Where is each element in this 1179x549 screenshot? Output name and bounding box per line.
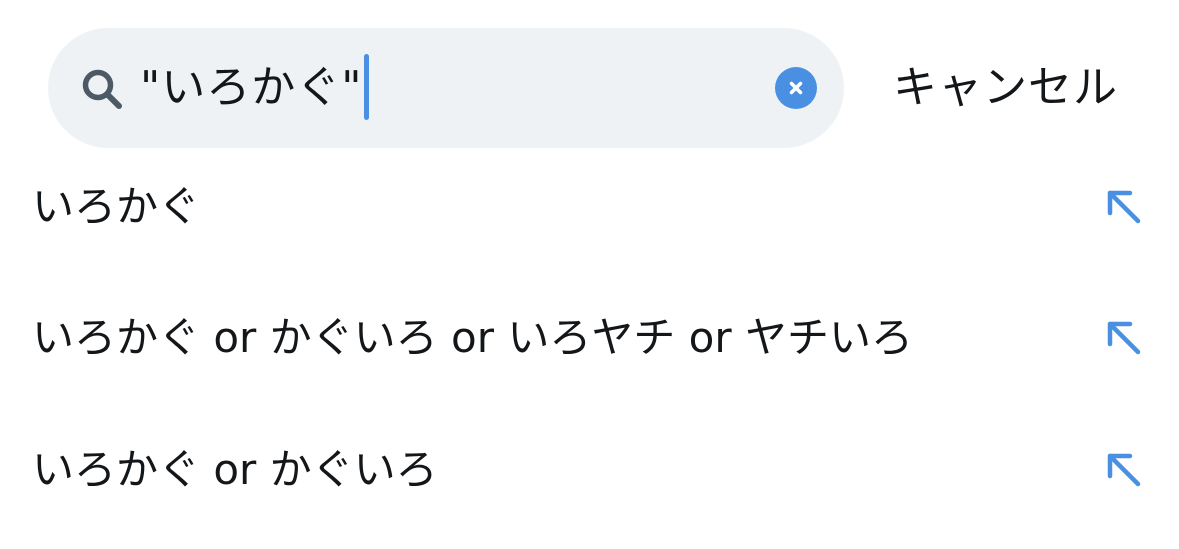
suggestion-label: いろかぐ or かぐいろ: [32, 445, 438, 494]
suggestion-item[interactable]: いろかぐ or かぐいろ or いろヤチ or ヤチいろ: [0, 288, 1179, 388]
text-caret: [364, 54, 369, 120]
search-icon: [80, 67, 124, 111]
suggestion-item[interactable]: いろかぐ or かぐいろ: [0, 420, 1179, 520]
cancel-button[interactable]: キャンセル: [893, 56, 1118, 120]
suggestion-label: いろかぐ or かぐいろ or いろヤチ or ヤチいろ: [32, 313, 913, 362]
clear-search-button[interactable]: [775, 67, 817, 109]
close-icon: [789, 81, 803, 95]
arrow-up-left-icon[interactable]: [1102, 316, 1146, 360]
arrow-up-left-icon[interactable]: [1102, 185, 1146, 229]
suggestion-label: いろかぐ: [32, 182, 201, 231]
arrow-up-left-icon[interactable]: [1102, 448, 1146, 492]
suggestion-item[interactable]: いろかぐ: [0, 157, 1179, 257]
search-screen: "いろかぐ" キャンセル いろかぐ いろかぐ or かぐいろ or いろヤチ o…: [0, 0, 1179, 549]
search-input[interactable]: "いろかぐ": [140, 58, 362, 118]
